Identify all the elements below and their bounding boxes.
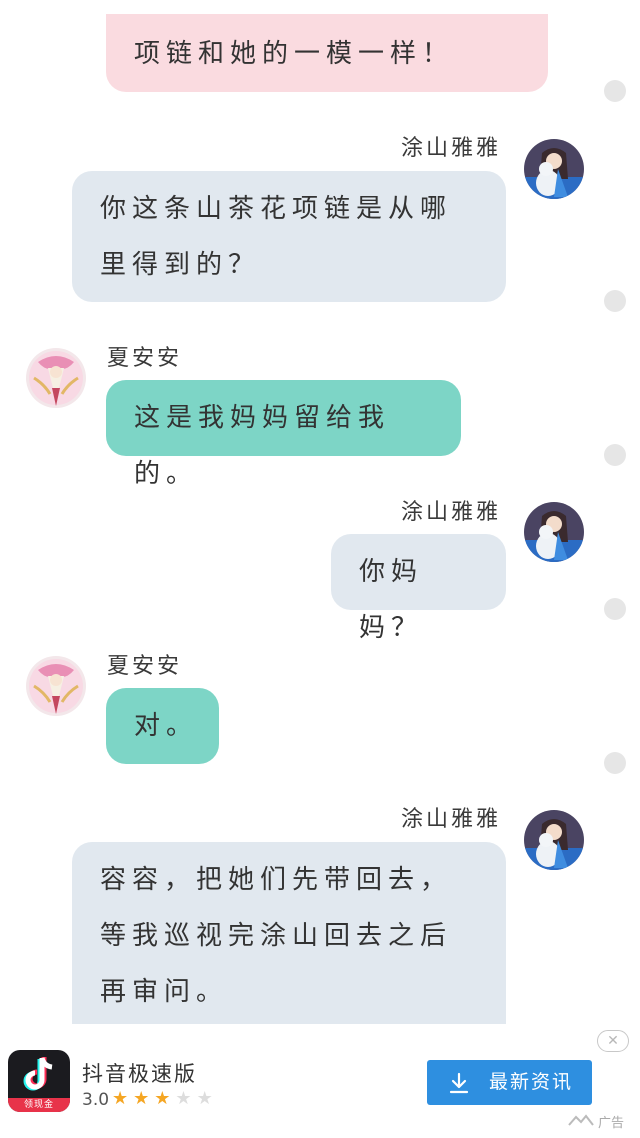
read-indicator-dot xyxy=(604,290,626,312)
close-icon[interactable]: ✕ xyxy=(597,1030,629,1052)
ad-rating-value: 3.0 xyxy=(82,1090,110,1110)
star-icon: ★ xyxy=(175,1088,197,1109)
avatar-tushan-yaya[interactable] xyxy=(524,810,584,870)
message-bubble-1: 项链和她的一模一样！ xyxy=(106,14,548,92)
download-icon xyxy=(449,1072,469,1094)
ad-label: 广告 xyxy=(598,1116,625,1131)
ad-cta-label: 最新资讯 xyxy=(489,1071,574,1093)
read-indicator-dot xyxy=(604,752,626,774)
star-icon: ★ xyxy=(196,1088,218,1109)
star-icon: ★ xyxy=(133,1088,155,1109)
sender-name-xia-anan: 夏安安 xyxy=(107,346,183,371)
read-indicator-dot xyxy=(604,444,626,466)
avatar-image-tushan-yaya xyxy=(524,810,584,870)
music-note-icon xyxy=(23,1057,53,1091)
app-icon[interactable]: 领现金 xyxy=(8,1050,70,1112)
message-bubble-3: 这是我妈妈留给我的。 xyxy=(106,380,461,489)
message-bubble-2: 你这条山茶花项链是从哪里得到的？ xyxy=(72,171,506,302)
ad-banner[interactable]: ✕ 领现金 抖音极速版 3.0 ★★★★★ 最新资讯 广告 xyxy=(0,1024,640,1138)
avatar-image-tushan-yaya xyxy=(524,502,584,562)
chat-screen: 项链和她的一模一样！ 涂山雅雅 你这条山茶花项链是从哪里得到的？ 夏安安 这是我… xyxy=(0,0,640,1138)
rating-stars: ★★★★★ xyxy=(112,1088,218,1109)
avatar-xia-anan[interactable] xyxy=(26,656,86,716)
read-indicator-dot xyxy=(604,80,626,102)
avatar-image-xia-anan xyxy=(26,656,86,716)
ad-app-name[interactable]: 抖音极速版 xyxy=(82,1058,197,1088)
avatar-tushan-yaya[interactable] xyxy=(524,139,584,199)
sender-name-tushan-yaya: 涂山雅雅 xyxy=(401,500,502,525)
read-indicator-dot xyxy=(604,598,626,620)
icon-badge: 领现金 xyxy=(8,1098,70,1112)
sender-name-xia-anan: 夏安安 xyxy=(107,654,183,679)
star-icon: ★ xyxy=(112,1088,134,1109)
star-icon: ★ xyxy=(154,1088,176,1109)
sender-name-tushan-yaya: 涂山雅雅 xyxy=(401,136,502,161)
message-bubble-6: 容容，把她们先带回去，等我巡视完涂山回去之后再审问。 xyxy=(72,842,506,1032)
sender-name-tushan-yaya: 涂山雅雅 xyxy=(401,807,502,832)
message-bubble-4: 你妈妈？ xyxy=(331,534,506,643)
avatar-xia-anan[interactable] xyxy=(26,348,86,408)
avatar-tushan-yaya[interactable] xyxy=(524,502,584,562)
avatar-image-xia-anan xyxy=(26,348,86,408)
ad-network-logo-icon xyxy=(568,1114,594,1126)
ad-cta-button[interactable]: 最新资讯 xyxy=(427,1060,592,1105)
message-bubble-5: 对。 xyxy=(106,688,219,764)
avatar-image-tushan-yaya xyxy=(524,139,584,199)
